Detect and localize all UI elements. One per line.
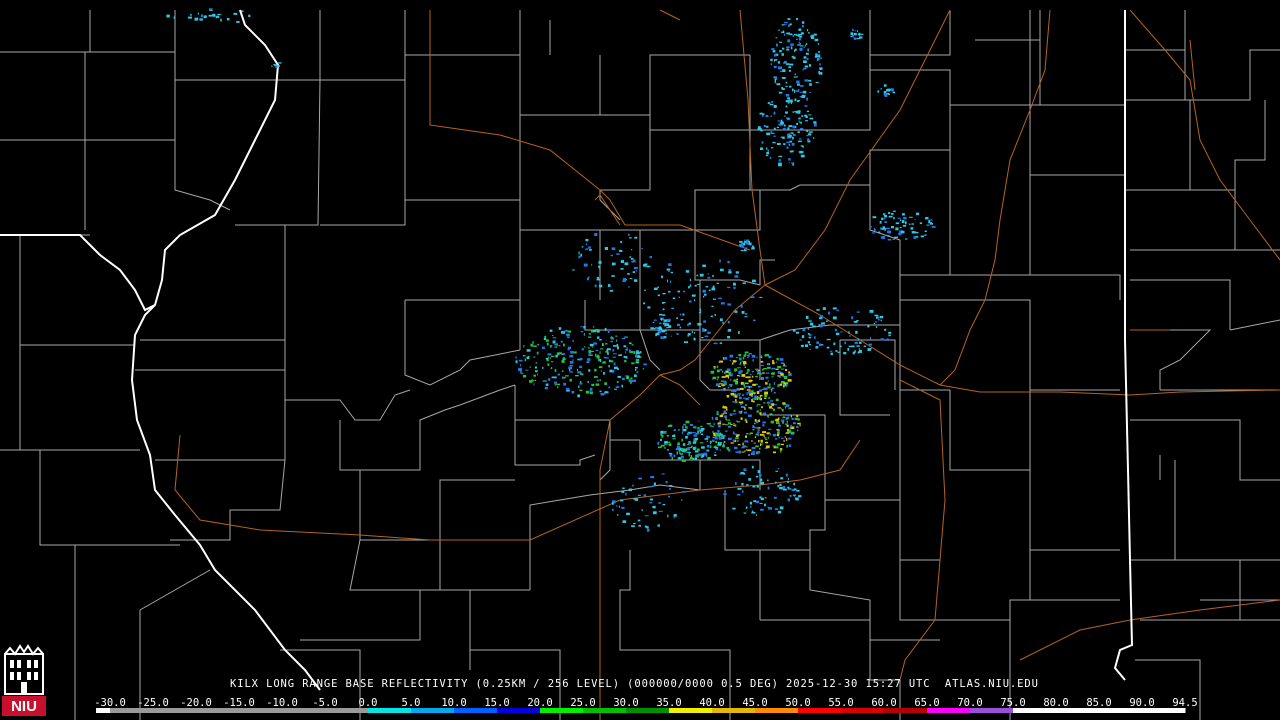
color-scale-label: -25.0 <box>137 697 169 709</box>
radar-map <box>0 0 1280 720</box>
color-scale-label: 55.0 <box>828 697 854 709</box>
color-scale-label: 35.0 <box>656 697 682 709</box>
color-scale-label: 85.0 <box>1086 697 1112 709</box>
color-scale-label: 40.0 <box>699 697 725 709</box>
color-scale-label: -15.0 <box>223 697 255 709</box>
niu-castle-icon <box>4 644 44 695</box>
color-scale-label: 0.0 <box>358 697 378 709</box>
color-scale-label: 5.0 <box>401 697 421 709</box>
color-scale-label: 80.0 <box>1043 697 1069 709</box>
color-scale-label: 60.0 <box>871 697 897 709</box>
color-scale-label: 70.0 <box>957 697 983 709</box>
color-scale-label: 25.0 <box>570 697 596 709</box>
color-scale-label: -20.0 <box>180 697 212 709</box>
color-scale-label: 50.0 <box>785 697 811 709</box>
product-title: KILX LONG RANGE BASE REFLECTIVITY (0.25K… <box>230 678 1039 690</box>
color-scale-label: -30.0 <box>94 697 126 709</box>
color-scale-label: -5.0 <box>312 697 338 709</box>
color-scale-label: 90.0 <box>1129 697 1155 709</box>
color-scale-label: 20.0 <box>527 697 553 709</box>
color-scale-label: 75.0 <box>1000 697 1026 709</box>
color-scale-label: 10.0 <box>441 697 467 709</box>
color-scale-label: 94.5 <box>1172 697 1198 709</box>
color-scale-label: 30.0 <box>613 697 639 709</box>
color-scale-label: 45.0 <box>742 697 768 709</box>
color-scale-label: 65.0 <box>914 697 940 709</box>
color-scale-label: -10.0 <box>266 697 298 709</box>
color-scale-label: 15.0 <box>484 697 510 709</box>
